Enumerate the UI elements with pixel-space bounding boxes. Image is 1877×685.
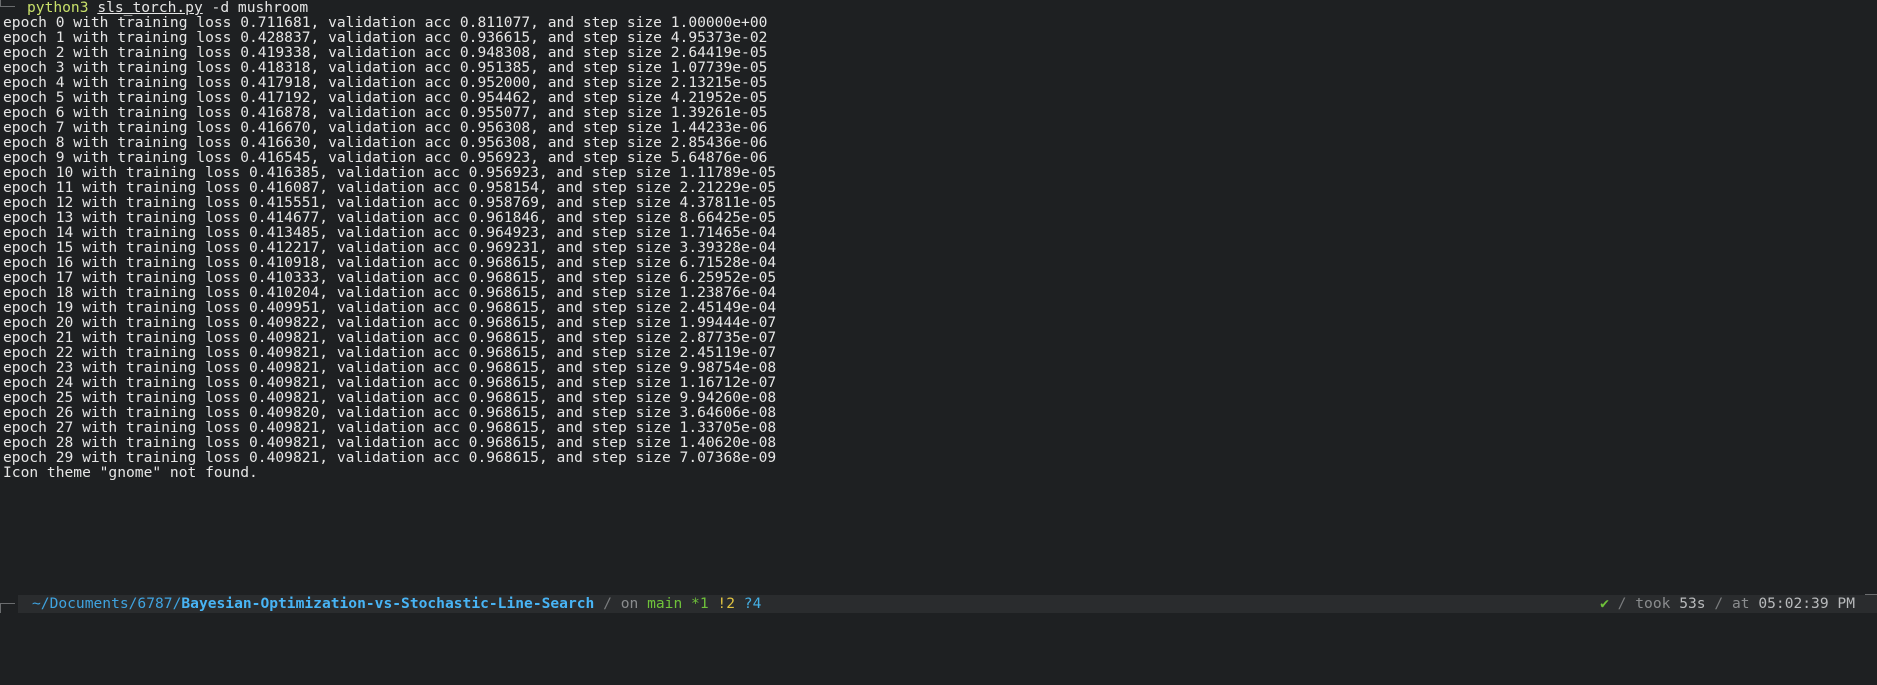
git-branch: main [647, 595, 683, 612]
prompt-statusbar: ~/Documents/6787/Bayesian-Optimization-v… [18, 595, 1877, 613]
path-prefix: ~/Documents/6787/ [32, 595, 182, 612]
warning-line: Icon theme "gnome" not found. [3, 464, 258, 481]
prompt-left-segment: ~/Documents/6787/Bayesian-Optimization-v… [18, 595, 761, 613]
git-staged-count: *1 [691, 595, 709, 612]
segment-separator: / [1617, 595, 1627, 612]
segment-separator: / [603, 595, 612, 612]
on-label: on [620, 595, 639, 612]
terminal-window[interactable]: python3 sls_torch.py -d mushroom epoch 0… [0, 0, 1877, 613]
command-duration: 53s [1679, 595, 1706, 612]
git-untracked-count: ?4 [743, 595, 762, 612]
prompt-right-segment: ✔ / took 53s / at 05:02:39 PM [1600, 595, 1855, 613]
segment-separator: / [1714, 595, 1724, 612]
prompt-frame-top [0, 0, 15, 7]
prompt-frame-bottom [0, 603, 15, 613]
prompt-frame-right [1865, 594, 1877, 613]
git-modified-count: !2 [717, 595, 735, 612]
clock-time: 05:02:39 PM [1758, 595, 1855, 612]
at-label: at [1731, 595, 1750, 612]
status-ok-icon: ✔ [1600, 595, 1609, 612]
took-label: took [1635, 595, 1671, 612]
path-current-dir: Bayesian-Optimization-vs-Stochastic-Line… [181, 595, 595, 612]
